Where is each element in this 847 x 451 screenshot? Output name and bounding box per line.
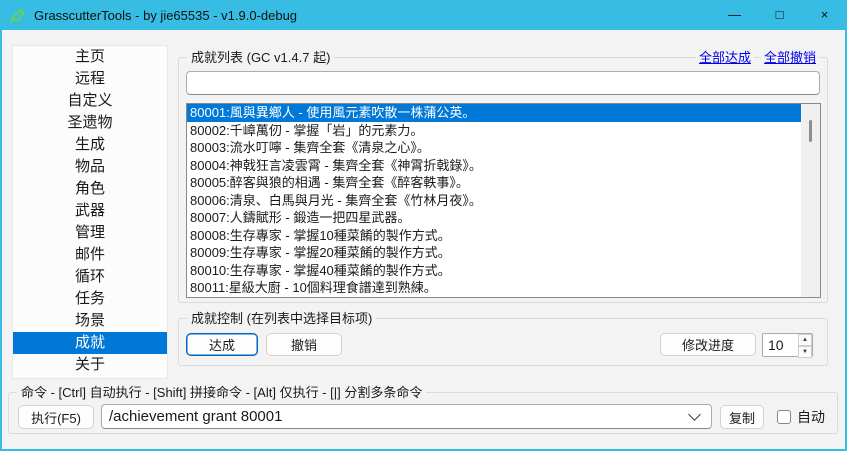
modify-progress-button[interactable]: 修改进度 [660, 333, 756, 356]
grant-all-link[interactable]: 全部达成 [696, 50, 754, 66]
sidebar-item-loop[interactable]: 循环 [13, 266, 167, 288]
command-input[interactable] [102, 408, 690, 425]
revoke-button[interactable]: 撤销 [266, 333, 342, 356]
achievement-list-item[interactable]: 80011:星級大廚 - 10個料理食譜達到熟練。 [187, 279, 801, 297]
close-button[interactable]: × [802, 0, 847, 30]
minimize-button[interactable]: — [712, 0, 757, 30]
sidebar-item-artifacts[interactable]: 圣遗物 [13, 112, 167, 134]
achievement-list-item[interactable]: 80007:人鑄賦形 - 鍛造一把四星武器。 [187, 209, 801, 227]
achievement-list-item[interactable]: 80002:千嶂萬仞 - 掌握「岩」的元素力。 [187, 122, 801, 140]
achievement-filter-input[interactable] [186, 71, 820, 95]
progress-stepper: ▲ ▼ [762, 333, 813, 357]
sidebar-item-items[interactable]: 物品 [13, 156, 167, 178]
achievement-list-item[interactable]: 80009:生存專家 - 掌握20種菜餚的製作方式。 [187, 244, 801, 262]
sidebar-item-quests[interactable]: 任务 [13, 288, 167, 310]
list-scrollbar-thumb[interactable] [809, 120, 812, 142]
maximize-button[interactable]: □ [757, 0, 802, 30]
achievement-list-item[interactable]: 80005:醉客與狼的相遇 - 集齊全套《醉客軼事》。 [187, 174, 801, 192]
sidebar-item-about[interactable]: 关于 [13, 354, 167, 376]
command-group-title: 命令 - [Ctrl] 自动执行 - [Shift] 拼接命令 - [Alt] … [17, 385, 426, 401]
spin-down-icon[interactable]: ▼ [798, 346, 812, 358]
command-combobox [101, 404, 712, 429]
achievement-list-item[interactable]: 80008:生存專家 - 掌握10種菜餚的製作方式。 [187, 227, 801, 245]
copy-button[interactable]: 复制 [720, 405, 764, 429]
sidebar-item-achievements[interactable]: 成就 [13, 332, 167, 354]
revoke-all-link[interactable]: 全部撤销 [761, 50, 819, 66]
app-icon [9, 7, 26, 24]
window-title: GrasscutterTools - by jie65535 - v1.9.0-… [34, 8, 297, 23]
achievement-list-item[interactable]: 80010:生存專家 - 掌握40種菜餚的製作方式。 [187, 262, 801, 280]
sidebar-item-home[interactable]: 主页 [13, 46, 167, 68]
achievement-list-item[interactable]: 80003:流水叮嚀 - 集齊全套《清泉之心》。 [187, 139, 801, 157]
sidebar-item-weapons[interactable]: 武器 [13, 200, 167, 222]
progress-value-input[interactable] [763, 334, 798, 356]
run-command-button[interactable]: 执行(F5) [18, 405, 94, 429]
achievement-list-item[interactable]: 80004:神戟狂言凌雲霄 - 集齊全套《神霄折戟錄》。 [187, 157, 801, 175]
sidebar-item-remote[interactable]: 远程 [13, 68, 167, 90]
grant-button[interactable]: 达成 [186, 333, 258, 356]
achievement-list-item[interactable]: 80001:風與異鄉人 - 使用風元素吹散一株蒲公英。 [187, 104, 801, 122]
sidebar-item-custom[interactable]: 自定义 [13, 90, 167, 112]
sidebar-item-mail[interactable]: 邮件 [13, 244, 167, 266]
auto-checkbox[interactable] [777, 410, 791, 424]
sidebar-item-spawn[interactable]: 生成 [13, 134, 167, 156]
sidebar-item-scenes[interactable]: 场景 [13, 310, 167, 332]
auto-checkbox-label[interactable]: 自动 [797, 407, 825, 427]
achievement-control-group-title: 成就控制 (在列表中选择目标项) [187, 311, 376, 327]
app-window: GrasscutterTools - by jie65535 - v1.9.0-… [0, 0, 847, 451]
sidebar-nav: 主页 远程 自定义 圣遗物 生成 物品 角色 武器 管理 邮件 循环 任务 场景… [12, 45, 168, 379]
sidebar-item-characters[interactable]: 角色 [13, 178, 167, 200]
sidebar-item-management[interactable]: 管理 [13, 222, 167, 244]
window-titlebar: GrasscutterTools - by jie65535 - v1.9.0-… [0, 0, 847, 30]
achievement-listbox: 80001:風與異鄉人 - 使用風元素吹散一株蒲公英。 80002:千嶂萬仞 -… [186, 103, 821, 298]
list-scrollbar[interactable] [801, 104, 820, 297]
achievement-list-group-title: 成就列表 (GC v1.4.7 起) [187, 50, 334, 66]
chevron-down-icon[interactable] [688, 408, 701, 421]
spin-up-icon[interactable]: ▲ [798, 334, 812, 346]
achievement-list-item[interactable]: 80006:清泉、白馬與月光 - 集齊全套《竹林月夜》。 [187, 192, 801, 210]
